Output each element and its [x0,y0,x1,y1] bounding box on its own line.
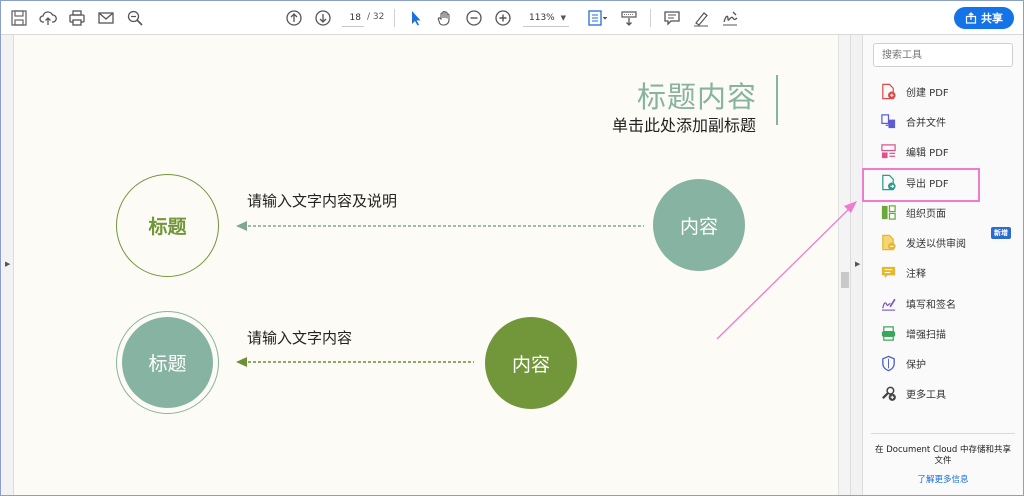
learn-more-link[interactable]: 了解更多信息 [871,473,1015,485]
document-cloud-promo: 在 Document Cloud 中存储和共享文件 [875,445,1011,466]
highlight-box-annotation [862,168,980,202]
hand-icon[interactable] [433,6,457,30]
chevron-right-icon: ▶ [5,260,11,268]
title-circle-outline: 标题 [116,174,219,277]
panel-divider [871,433,1015,434]
more-tools-icon [878,383,898,403]
select-cursor-icon[interactable] [404,6,428,30]
tool-fill-sign[interactable]: 填写和签名 [873,290,1023,316]
tool-protect[interactable]: 保护 [873,350,1023,376]
send-review-icon [878,232,898,252]
tool-label: 组织页面 [906,208,946,220]
page-total: / 32 [367,12,385,22]
slide-subtitle: 单击此处添加副标题 [612,116,757,135]
save-icon[interactable] [7,6,31,30]
tool-more-tools[interactable]: 更多工具 [873,380,1023,406]
content-circle-olive: 内容 [485,317,577,409]
enhance-scan-icon [878,323,898,343]
tool-search-input[interactable] [873,43,1013,67]
tool-enhance-scan[interactable]: 增强扫描 [873,320,1023,346]
tool-combine-files[interactable]: 合并文件 [873,108,1023,134]
dashed-arrow-line [236,221,644,231]
zoom-out-icon[interactable] [462,6,486,30]
scroll-mode-icon[interactable] [617,6,641,30]
create-pdf-icon [878,81,898,101]
tool-label: 注释 [906,268,926,280]
upload-cloud-icon[interactable] [36,6,60,30]
tool-label: 增强扫描 [906,329,946,341]
circle-label: 内容 [511,353,550,376]
tool-label: 填写和签名 [906,299,956,311]
share-button[interactable]: 共享 [954,7,1014,29]
row2-description: 请输入文字内容 [247,329,353,347]
acrobat-window: / 32 113% ▼ [0,0,1024,496]
circle-label: 标题 [148,353,187,375]
slide-title: 标题内容 [637,80,758,114]
tool-label: 编辑 PDF [906,147,949,159]
toolbar-divider [650,9,651,27]
page-number-input[interactable] [342,10,364,27]
zoom-in-icon[interactable] [491,6,515,30]
email-icon[interactable] [94,6,118,30]
circle-label: 标题 [148,216,187,238]
new-badge: 新增 [991,227,1011,239]
pointer-arrow-annotation [716,201,857,340]
fill-sign-icon [878,293,898,313]
tool-label: 保护 [906,359,926,371]
share-label: 共享 [981,12,1003,25]
tools-panel: 创建 PDF 合并文件 编辑 PDF 导出 PDF 组织页面 发送以供审阅 注释 [863,35,1023,495]
zoom-value: 113% [529,13,555,23]
zoom-select[interactable]: 113% ▼ [523,10,569,27]
page-up-icon[interactable] [282,6,306,30]
fit-page-icon[interactable] [583,6,613,30]
combine-files-icon [878,111,898,131]
tool-label: 合并文件 [906,117,946,129]
edit-pdf-icon [878,141,898,161]
dashed-arrow-line [236,357,474,367]
tool-label: 创建 PDF [906,87,949,99]
title-accent-line [776,75,778,125]
tool-label: 发送以供审阅 [906,238,966,250]
toolbar: / 32 113% ▼ [1,1,1023,35]
tool-organize-pages[interactable]: 组织页面 [873,199,1023,225]
toolbar-divider [394,9,395,27]
comment-icon[interactable] [660,6,684,30]
tool-edit-pdf[interactable]: 编辑 PDF [873,138,1023,164]
search-zoom-icon[interactable] [123,6,147,30]
organize-pages-icon [878,202,898,222]
page-down-icon[interactable] [311,6,335,30]
row1-description: 请输入文字内容及说明 [247,192,398,210]
print-icon[interactable] [65,6,89,30]
comment-tool-icon [878,262,898,282]
tool-comment[interactable]: 注释 [873,259,1023,285]
protect-icon [878,353,898,373]
left-panel-toggle[interactable]: ▶ [1,35,14,495]
chevron-down-icon: ▼ [560,14,566,22]
title-circle-inner: 标题 [122,317,213,408]
share-icon [965,12,977,24]
highlight-pen-icon[interactable] [689,6,713,30]
tool-create-pdf[interactable]: 创建 PDF [873,78,1023,104]
title-circle-ring: 标题 [116,311,219,414]
tool-label: 更多工具 [906,389,946,401]
sign-icon[interactable] [718,6,742,30]
